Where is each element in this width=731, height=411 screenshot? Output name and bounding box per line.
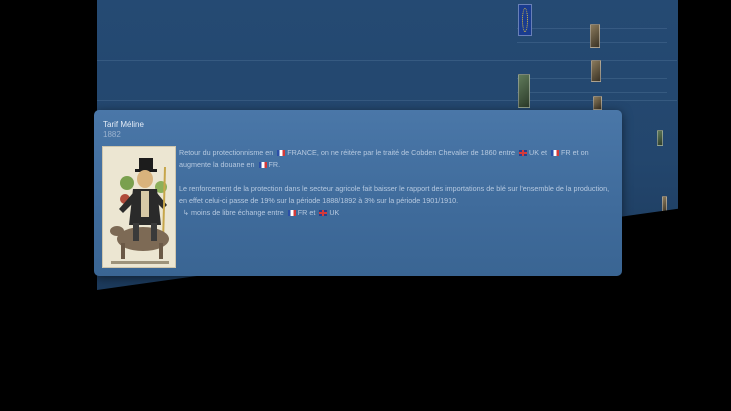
timeline-stage: Tarif Méline 1882 Retour du protectionni… <box>0 0 731 411</box>
caricature-image <box>103 147 175 267</box>
event-popup[interactable]: Tarif Méline 1882 Retour du protectionni… <box>94 110 622 276</box>
caricature-illustration[interactable] <box>102 146 176 268</box>
event-thumbnail[interactable] <box>591 60 601 82</box>
return-arrow-icon: ↳ <box>183 208 190 217</box>
event-thumbnail[interactable] <box>518 74 530 108</box>
paragraph-1: Retour du protectionnisme en FRANCE, on n… <box>179 148 589 169</box>
event-thumbnail[interactable] <box>590 24 600 48</box>
arrow-line: ↳ moins de libre échange entre FR et UK <box>183 208 340 217</box>
event-thumbnail[interactable] <box>657 130 663 146</box>
uk-flag-icon <box>519 150 528 156</box>
event-thumbnail[interactable] <box>662 196 667 214</box>
event-thumbnail[interactable] <box>593 96 602 110</box>
event-thumbnail-flag[interactable] <box>518 4 532 36</box>
event-date: 1882 <box>103 130 121 139</box>
france-flag-icon <box>287 210 296 216</box>
event-description: Retour du protectionnisme en FRANCE, on n… <box>179 147 613 231</box>
france-flag-icon <box>258 162 267 168</box>
france-flag-icon <box>277 150 286 156</box>
paragraph-2: Le renforcement de la protection dans le… <box>179 184 610 217</box>
uk-flag-icon <box>319 210 328 216</box>
france-flag-icon <box>551 150 560 156</box>
event-title: Tarif Méline <box>103 120 144 129</box>
